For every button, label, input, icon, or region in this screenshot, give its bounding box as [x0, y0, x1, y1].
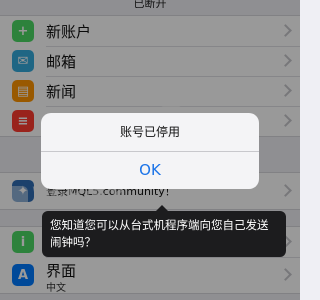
tooltip-text: 您知道您可以从台式机程序端向您自己发送闹钟吗？ [50, 218, 269, 249]
alert-dialog: 账号已停用 OK [41, 113, 259, 189]
ok-button[interactable]: OK [41, 152, 259, 189]
alert-title: 账号已停用 [119, 125, 180, 139]
tip-tooltip[interactable]: 您知道您可以从台式机程序端向您自己发送闹钟吗？ [42, 205, 286, 257]
